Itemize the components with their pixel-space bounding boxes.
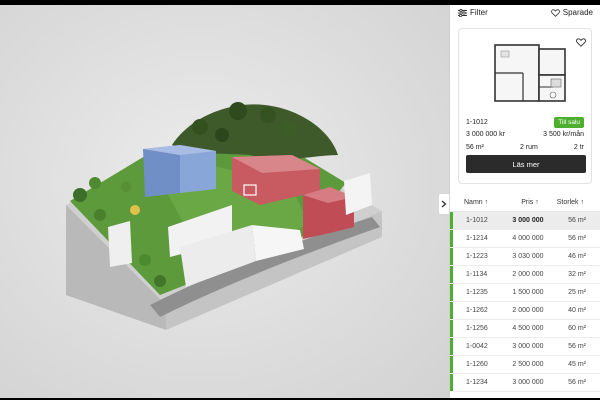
unit-rooms: 2 rum <box>519 144 538 151</box>
heart-outline-icon <box>576 38 586 47</box>
sort-by-price[interactable]: Pris ↑ <box>510 199 550 206</box>
tree <box>215 128 229 142</box>
cell-name: 1-0042 <box>466 343 488 350</box>
info-pin-icon[interactable] <box>130 205 140 215</box>
cell-name: 1-1260 <box>466 361 488 368</box>
table-row[interactable]: 1-1262 2 000 000 40 m² <box>450 302 600 320</box>
table-row[interactable]: 1-1012 3 000 000 56 m² <box>450 212 600 230</box>
cell-size: 56 m² <box>568 217 586 224</box>
cell-size: 60 m² <box>568 325 586 332</box>
units-table: Namn ↑ Pris ↑ Storlek ↑ 1-1012 3 000 000… <box>450 194 600 398</box>
sort-by-name[interactable]: Namn ↑ <box>464 199 496 206</box>
filter-button[interactable]: Filter <box>458 8 488 17</box>
unit-monthly-fee: 3 500 kr/mån <box>543 131 584 138</box>
tree <box>139 254 151 266</box>
cell-name: 1-1262 <box>466 307 488 314</box>
unit-price: 3 000 000 kr <box>466 131 505 138</box>
tree <box>121 182 131 192</box>
cell-size: 56 m² <box>568 343 586 350</box>
heart-outline-icon <box>550 8 560 17</box>
filter-label: Filter <box>470 8 488 17</box>
table-header: Namn ↑ Pris ↑ Storlek ↑ <box>450 194 600 212</box>
tree <box>154 275 166 287</box>
cell-size: 56 m² <box>568 235 586 242</box>
cell-price: 3 000 000 <box>512 379 544 386</box>
sort-by-size[interactable]: Storlek ↑ <box>556 199 584 206</box>
cell-name: 1-1214 <box>466 235 488 242</box>
tree <box>89 177 101 189</box>
cell-name: 1-1234 <box>466 379 488 386</box>
table-row[interactable]: 1-0042 3 000 000 56 m² <box>450 338 600 356</box>
cell-price: 4 500 000 <box>512 325 544 332</box>
table-row[interactable]: 1-1234 3 000 000 56 m² <box>450 374 600 392</box>
cell-size: 56 m² <box>568 379 586 386</box>
floorplan-image[interactable] <box>493 39 567 103</box>
app-frame: Filter Sparade 1-1012 Till salu 3 000 00… <box>0 5 600 398</box>
unit-floor: 2 tr <box>573 144 584 151</box>
unit-panel: Filter Sparade 1-1012 Till salu 3 000 00… <box>449 5 600 398</box>
unit-card[interactable]: 1-1012 Till salu 3 000 000 kr 3 500 kr/m… <box>458 28 592 184</box>
building-white-west <box>108 221 132 267</box>
cell-name: 1-1012 <box>466 217 488 224</box>
site-model[interactable] <box>0 5 449 398</box>
cell-size: 45 m² <box>568 361 586 368</box>
cell-price: 3 000 000 <box>512 217 544 224</box>
tree <box>94 209 106 221</box>
saved-label: Sparade <box>562 8 593 17</box>
cell-price: 2 500 000 <box>512 361 544 368</box>
chevron-right-icon <box>441 200 447 208</box>
table-row[interactable]: 1-1134 2 000 000 32 m² <box>450 266 600 284</box>
tree <box>282 121 298 137</box>
tree <box>192 119 208 135</box>
panel-toolbar: Filter Sparade <box>450 5 600 25</box>
cell-size: 46 m² <box>568 253 586 260</box>
cell-name: 1-1256 <box>466 325 488 332</box>
cell-size: 32 m² <box>568 271 586 278</box>
table-row[interactable]: 1-1260 2 500 000 45 m² <box>450 356 600 374</box>
cell-name: 1-1235 <box>466 289 488 296</box>
status-badge: Till salu <box>554 117 584 128</box>
cell-price: 1 500 000 <box>512 289 544 296</box>
cell-name: 1-1223 <box>466 253 488 260</box>
saved-button[interactable]: Sparade <box>550 8 593 17</box>
read-more-button[interactable]: Läs mer <box>466 155 586 173</box>
cell-price: 3 030 000 <box>512 253 544 260</box>
tree <box>229 102 247 120</box>
table-row[interactable]: 1-1256 4 500 000 60 m² <box>450 320 600 338</box>
table-row[interactable]: 1-1223 3 030 000 46 m² <box>450 248 600 266</box>
cell-size: 40 m² <box>568 307 586 314</box>
tree <box>73 188 87 202</box>
sliders-icon <box>458 8 467 17</box>
map-3d-viewport[interactable] <box>0 5 449 398</box>
table-row[interactable]: 1-1214 4 000 000 56 m² <box>450 230 600 248</box>
collapse-panel-button[interactable] <box>438 193 450 215</box>
unit-area: 56 m² <box>466 144 484 151</box>
table-row[interactable]: 1-1235 1 500 000 25 m² <box>450 284 600 302</box>
unit-id: 1-1012 <box>466 119 488 126</box>
cell-price: 2 000 000 <box>512 271 544 278</box>
cell-price: 3 000 000 <box>512 343 544 350</box>
save-unit-button[interactable] <box>576 34 586 52</box>
tree <box>260 107 276 123</box>
cell-name: 1-1134 <box>466 271 488 278</box>
cell-price: 4 000 000 <box>512 235 544 242</box>
cell-size: 25 m² <box>568 289 586 296</box>
cell-price: 2 000 000 <box>512 307 544 314</box>
